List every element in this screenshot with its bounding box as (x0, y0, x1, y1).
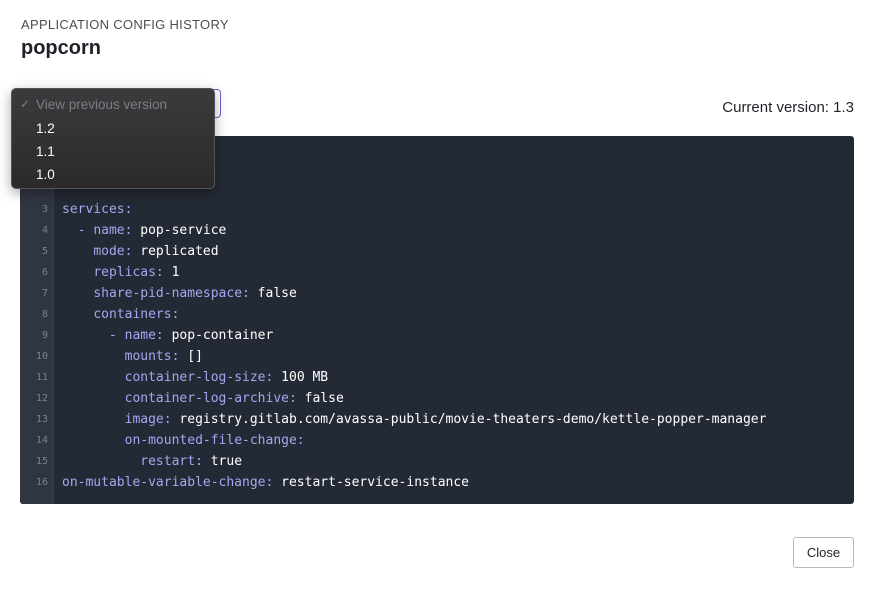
code-line: 16 on-mutable-variable-change: restart-se… (20, 472, 854, 493)
version-option-1-1[interactable]: 1.1 (36, 144, 55, 159)
code-line: 14 on-mounted-file-change: (20, 430, 854, 451)
code-line: 15 restart: true (20, 451, 854, 472)
code-text: mounts: [] (62, 346, 203, 367)
version-option-1-0[interactable]: 1.0 (36, 167, 55, 182)
version-option-1-2[interactable]: 1.2 (36, 121, 55, 136)
code-text: containers: (62, 304, 179, 325)
line-number: 13 (35, 414, 48, 425)
yaml-value: pop-container (163, 328, 274, 343)
code-text: container-log-size: 100 MB (62, 367, 329, 388)
yaml-key: restart: (140, 454, 203, 469)
code-line: 11 container-log-size: 100 MB (20, 367, 854, 388)
line-number: 11 (35, 372, 48, 383)
page-title: popcorn (21, 37, 101, 59)
code-text: restart: true (62, 451, 242, 472)
line-number: 10 (35, 351, 48, 362)
yaml-key: image: (124, 412, 172, 427)
code-lines: 3 services: 4 - name: pop-service 5 mode: r… (20, 199, 854, 493)
checkmark-icon: ✓ (20, 97, 31, 111)
line-number: 14 (35, 435, 48, 446)
code-text: mode: replicated (62, 241, 219, 262)
line-number: 5 (41, 246, 48, 257)
yaml-key: share-pid-namespace: (93, 286, 250, 301)
yaml-key: containers: (93, 307, 180, 322)
yaml-key: on-mutable-variable-change: (62, 475, 274, 490)
line-number: 8 (41, 309, 48, 320)
yaml-key: mounts: (124, 349, 180, 364)
code-text: services: (62, 199, 132, 220)
yaml-value: pop-service (132, 223, 227, 238)
code-text: - name: pop-container (62, 325, 273, 346)
yaml-value: [] (179, 349, 203, 364)
code-text: container-log-archive: false (62, 388, 344, 409)
code-text: replicas: 1 (62, 262, 179, 283)
version-placeholder-option: View previous version (36, 97, 168, 112)
code-text: on-mounted-file-change: (62, 430, 305, 451)
yaml-key: name: (93, 223, 133, 238)
line-number: 9 (41, 330, 48, 341)
yaml-value: false (249, 286, 297, 301)
list-dash: - (77, 223, 94, 238)
line-number: 16 (35, 477, 48, 488)
code-line: 10 mounts: [] (20, 346, 854, 367)
code-text: image: registry.gitlab.com/avassa-public… (62, 409, 767, 430)
code-line: 3 services: (20, 199, 854, 220)
code-line: 9 - name: pop-container (20, 325, 854, 346)
yaml-value: 1 (163, 265, 180, 280)
close-button[interactable]: Close (793, 537, 854, 568)
yaml-value: 100 MB (273, 370, 329, 385)
yaml-key: container-log-archive: (124, 391, 297, 406)
yaml-value: replicated (132, 244, 219, 259)
yaml-value: restart-service-instance (273, 475, 469, 490)
current-version-label: Current version: 1.3 (722, 99, 854, 116)
line-number: 7 (41, 288, 48, 299)
line-number: 6 (41, 267, 48, 278)
line-number: 4 (41, 225, 48, 236)
code-line: 7 share-pid-namespace: false (20, 283, 854, 304)
yaml-value: false (296, 391, 344, 406)
code-line: 5 mode: replicated (20, 241, 854, 262)
code-text: - name: pop-service (62, 220, 227, 241)
yaml-key: replicas: (93, 265, 164, 280)
line-number: 12 (35, 393, 48, 404)
code-text: on-mutable-variable-change: restart-serv… (62, 472, 469, 493)
list-dash: - (108, 328, 125, 343)
dialog-eyebrow: APPLICATION CONFIG HISTORY (21, 17, 229, 32)
yaml-value: true (202, 454, 243, 469)
code-line: 13 image: registry.gitlab.com/avassa-pub… (20, 409, 854, 430)
code-line: 12 container-log-archive: false (20, 388, 854, 409)
code-text: share-pid-namespace: false (62, 283, 297, 304)
code-line: 4 - name: pop-service (20, 220, 854, 241)
yaml-key: name: (124, 328, 164, 343)
line-number: 15 (35, 456, 48, 467)
yaml-key: container-log-size: (124, 370, 274, 385)
yaml-key: services: (62, 202, 133, 217)
code-line: 8 containers: (20, 304, 854, 325)
yaml-key: mode: (93, 244, 133, 259)
line-number: 3 (41, 204, 48, 215)
config-code-viewer[interactable]: 3 services: 4 - name: pop-service 5 mode: r… (20, 136, 854, 504)
code-line: 6 replicas: 1 (20, 262, 854, 283)
yaml-key: on-mounted-file-change: (124, 433, 305, 448)
version-dropdown-menu[interactable]: ✓ View previous version 1.2 1.1 1.0 (11, 88, 215, 189)
yaml-value: registry.gitlab.com/avassa-public/movie-… (171, 412, 767, 427)
